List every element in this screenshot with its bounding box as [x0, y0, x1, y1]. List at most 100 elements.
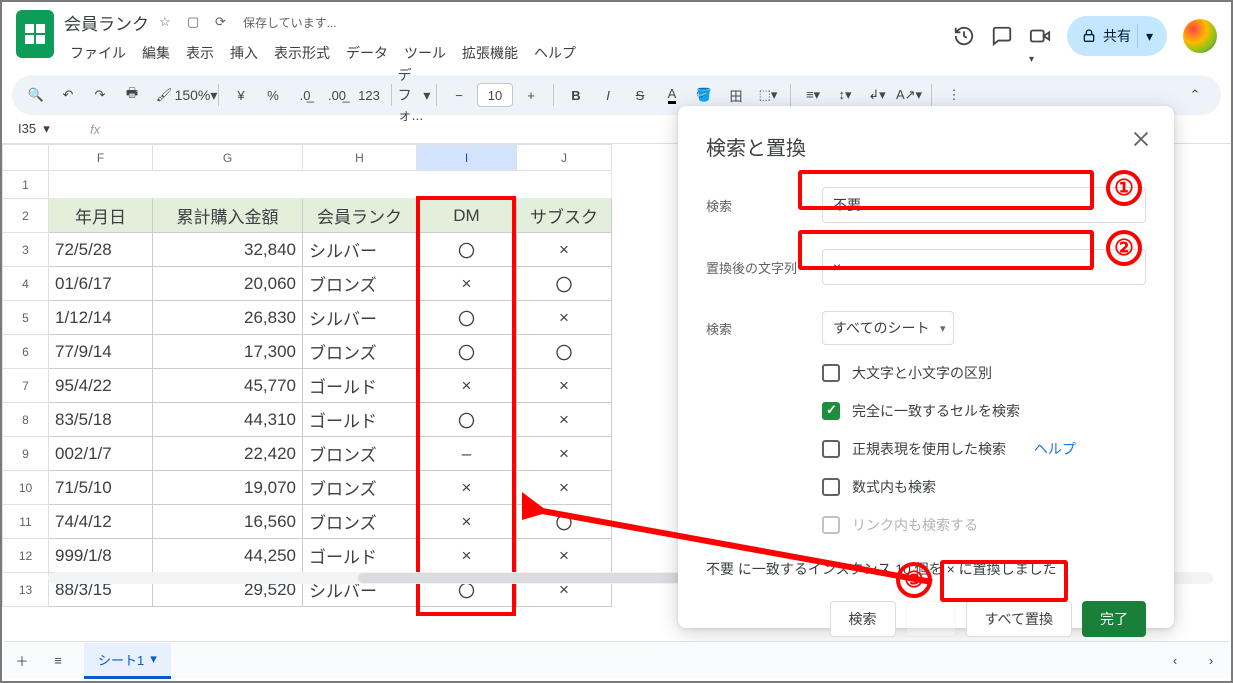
col-header-j[interactable]: J [517, 145, 612, 171]
col-header-i[interactable]: I [417, 145, 517, 171]
replace-input[interactable] [822, 249, 1146, 285]
sheet-tab-1[interactable]: シート1 ▾ [84, 643, 171, 679]
row-header[interactable]: 13 [3, 573, 49, 607]
row-header[interactable]: 8 [3, 403, 49, 437]
strike-btn[interactable]: S [626, 81, 654, 109]
borders-btn[interactable]: 田 [722, 81, 750, 109]
menu-edit[interactable]: 編集 [136, 39, 176, 67]
row-header[interactable]: 7 [3, 369, 49, 403]
cell[interactable]: 〇 [517, 505, 612, 539]
cell[interactable]: 会員ランク [303, 199, 417, 233]
cell[interactable]: 71/5/10 [49, 471, 153, 505]
cell[interactable]: 1/12/14 [49, 301, 153, 335]
tabs-scroll-left-icon[interactable]: ‹ [1157, 643, 1193, 679]
cell[interactable]: 17,300 [153, 335, 303, 369]
share-button[interactable]: 共有 ▾ [1067, 16, 1167, 56]
replace-all-button[interactable]: すべて置換 [966, 601, 1072, 637]
redo-icon[interactable]: ↷ [86, 81, 114, 109]
cell[interactable]: 19,070 [153, 471, 303, 505]
row-header[interactable]: 9 [3, 437, 49, 471]
star-icon[interactable]: ☆ [159, 14, 177, 32]
history-icon[interactable] [953, 25, 975, 47]
row-header[interactable]: 3 [3, 233, 49, 267]
merge-btn[interactable]: ⬚▾ [754, 81, 782, 109]
number-format-btn[interactable]: 123 [355, 81, 383, 109]
cell[interactable]: サブスク [517, 199, 612, 233]
zoom-select[interactable]: 150% ▾ [182, 81, 210, 109]
cell[interactable]: 45,770 [153, 369, 303, 403]
fill-color-btn[interactable]: 🪣 [690, 81, 718, 109]
menu-file[interactable]: ファイル [64, 39, 132, 67]
menu-view[interactable]: 表示 [180, 39, 220, 67]
print-icon[interactable]: 🖶 [118, 81, 146, 109]
cell[interactable]: × [417, 505, 517, 539]
cell[interactable]: ゴールド [303, 369, 417, 403]
cell[interactable]: ブロンズ [303, 437, 417, 471]
cell[interactable]: 002/1/7 [49, 437, 153, 471]
checkbox-formula[interactable] [822, 478, 840, 496]
col-header-f[interactable]: F [49, 145, 153, 171]
cell[interactable]: ブロンズ [303, 505, 417, 539]
wrap-btn[interactable]: ↲▾ [863, 81, 891, 109]
row-header[interactable]: 5 [3, 301, 49, 335]
checkbox-regex[interactable] [822, 440, 840, 458]
percent-btn[interactable]: % [259, 81, 287, 109]
cell[interactable]: 〇 [417, 335, 517, 369]
close-icon[interactable] [1130, 128, 1152, 150]
side-panel-toggle[interactable]: ⌃ [1179, 79, 1211, 111]
cloud-status-icon[interactable]: ⟳ [215, 14, 233, 32]
row-header[interactable]: 1 [3, 171, 49, 199]
italic-btn[interactable]: I [594, 81, 622, 109]
all-sheets-button[interactable]: ≡ [40, 643, 76, 679]
checkbox-case[interactable] [822, 364, 840, 382]
move-icon[interactable]: ▢ [187, 14, 205, 32]
currency-btn[interactable]: ¥ [227, 81, 255, 109]
document-title[interactable]: 会員ランク [64, 10, 149, 35]
font-select[interactable]: デフォ... ▾ [400, 81, 428, 109]
rotate-btn[interactable]: A↗▾ [895, 81, 923, 109]
cell[interactable]: × [417, 369, 517, 403]
cell[interactable]: シルバー [303, 233, 417, 267]
font-inc-btn[interactable]: + [517, 81, 545, 109]
bold-btn[interactable]: B [562, 81, 590, 109]
cell[interactable]: 72/5/28 [49, 233, 153, 267]
halign-btn[interactable]: ≡▾ [799, 81, 827, 109]
row-header[interactable]: 12 [3, 539, 49, 573]
cell[interactable]: 〇 [417, 233, 517, 267]
sheets-logo-icon[interactable] [16, 10, 54, 58]
comment-icon[interactable] [991, 25, 1013, 47]
row-header[interactable]: 10 [3, 471, 49, 505]
more-btn[interactable]: ⋮ [940, 81, 968, 109]
cell[interactable]: 74/4/12 [49, 505, 153, 539]
cell[interactable]: 22,420 [153, 437, 303, 471]
select-all-corner[interactable] [3, 145, 49, 171]
cell[interactable]: × [417, 267, 517, 301]
cell[interactable]: – [417, 437, 517, 471]
cell[interactable]: × [417, 471, 517, 505]
text-color-btn[interactable]: A [658, 81, 686, 109]
cell[interactable]: 〇 [517, 267, 612, 301]
column-headers[interactable]: F G H I J [3, 145, 612, 171]
cell[interactable]: シルバー [303, 301, 417, 335]
row-header[interactable]: 4 [3, 267, 49, 301]
font-size-input[interactable]: 10 [477, 83, 513, 107]
font-dec-btn[interactable]: − [445, 81, 473, 109]
cell[interactable]: ブロンズ [303, 335, 417, 369]
inc-decimal-btn[interactable]: .00̲ [323, 81, 351, 109]
cell[interactable]: 〇 [417, 301, 517, 335]
menu-insert[interactable]: 挿入 [224, 39, 264, 67]
menu-data[interactable]: データ [340, 39, 394, 67]
cell[interactable]: × [517, 471, 612, 505]
done-button[interactable]: 完了 [1082, 601, 1146, 637]
checkbox-exact[interactable] [822, 402, 840, 420]
cell[interactable]: 〇 [517, 335, 612, 369]
cell[interactable]: 16,560 [153, 505, 303, 539]
cell[interactable]: 44,250 [153, 539, 303, 573]
scope-select[interactable]: すべてのシート [822, 311, 954, 345]
meet-icon[interactable]: ▾ [1029, 25, 1051, 47]
cell[interactable]: 44,310 [153, 403, 303, 437]
cell[interactable]: 年月日 [49, 199, 153, 233]
cell[interactable]: ブロンズ [303, 267, 417, 301]
dec-decimal-btn[interactable]: .0̲ [291, 81, 319, 109]
cell[interactable]: × [417, 539, 517, 573]
